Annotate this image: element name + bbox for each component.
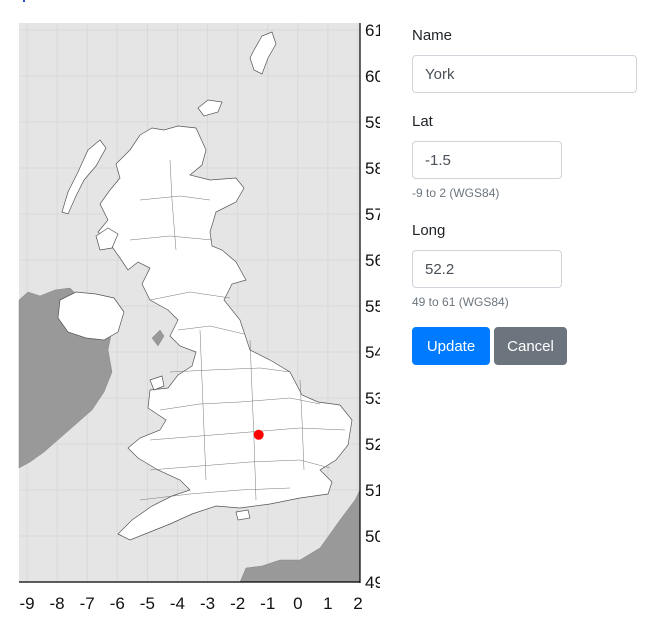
lat-help-text: -9 to 2 (WGS84) [412,186,500,200]
lat-label: Lat [412,113,433,130]
name-input[interactable] [412,55,637,93]
x-tick-label: -2 [230,594,245,613]
y-tick-label: 61 [365,21,380,40]
y-tick-label: 60 [365,67,380,86]
x-tick-label: -9 [19,594,34,613]
y-tick-label: 53 [365,389,380,408]
x-tick-label: -6 [110,594,125,613]
map-panel: -9 -8 -7 -6 -5 -4 -3 -2 -1 0 1 2 61 60 59 58 57 56 55 54 53… [0,0,380,622]
y-tick-label: 51 [365,481,380,500]
x-tick-label: -4 [170,594,185,613]
x-tick-label: 0 [293,594,302,613]
y-tick-label: 56 [365,251,380,270]
x-tick-label: -3 [200,594,215,613]
y-tick-label: 55 [365,297,380,316]
y-axis-ticks: 61 60 59 58 57 56 55 54 53 52 51 50 49 [365,21,380,592]
y-tick-label: 54 [365,343,380,362]
y-tick-label: 57 [365,205,380,224]
x-tick-label: -1 [260,594,275,613]
long-input[interactable] [412,250,562,288]
y-tick-label: 58 [365,159,380,178]
y-tick-label: 49 [365,573,380,592]
x-axis-ticks: -9 -8 -7 -6 -5 -4 -3 -2 -1 0 1 2 [19,594,362,613]
x-tick-label: 2 [353,594,362,613]
isle-of-wight [235,509,251,521]
x-tick-label: -8 [50,594,65,613]
lat-input[interactable] [412,141,562,179]
x-tick-label: 1 [323,594,332,613]
uk-map[interactable]: -9 -8 -7 -6 -5 -4 -3 -2 -1 0 1 2 61 60 59 58 57 56 55 54 53… [0,0,380,622]
y-tick-label: 50 [365,527,380,546]
long-help-text: 49 to 61 (WGS84) [412,295,509,309]
x-tick-label: -7 [80,594,95,613]
update-button[interactable]: Update [412,327,490,365]
long-label: Long [412,222,446,239]
y-tick-label: 59 [365,113,380,132]
location-marker [253,429,264,440]
y-tick-label: 52 [365,435,380,454]
name-label: Name [412,27,453,44]
cancel-button[interactable]: Cancel [494,327,567,365]
x-tick-label: -5 [140,594,155,613]
